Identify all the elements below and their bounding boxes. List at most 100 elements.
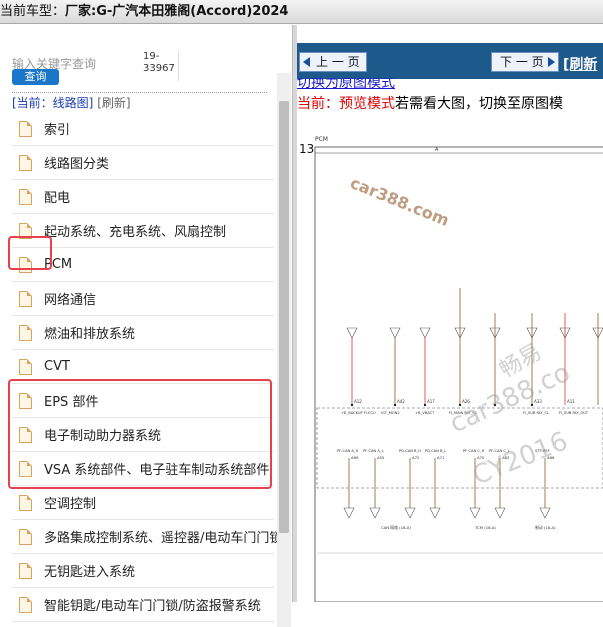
- signal-label: IGT_MON2: [381, 411, 400, 415]
- list-item-smart-key[interactable]: 智能钥匙/电动车门门锁/防盗报警系统: [12, 588, 274, 622]
- diagram-title: PCM: [315, 136, 328, 143]
- signal-label: +B_VBACT: [415, 411, 435, 415]
- list-item-power-distribution[interactable]: 配电: [12, 180, 274, 214]
- next-page-button[interactable]: 下 一 页: [491, 52, 559, 72]
- signal-label: FI_SUB RLY_CL: [523, 411, 549, 415]
- mode-prefix: 当前：: [297, 96, 339, 112]
- current-car-prefix: 当前车型：: [0, 4, 66, 19]
- note-label: CAN 网络 (18-A): [381, 525, 411, 530]
- current-label: [当前：线路图]: [12, 96, 94, 110]
- lower-notes: CAN 网络 (18-A) TCM (18-A) 制动 (18-A): [381, 525, 556, 530]
- connector-triangle: [429, 507, 441, 519]
- connector-triangle: [369, 507, 381, 519]
- upper-connectors: [346, 327, 603, 339]
- watermark-text: car388.com: [348, 173, 452, 230]
- connector-triangle: [494, 507, 506, 519]
- pin-label: A72: [412, 455, 420, 460]
- mode-status: 当前：预览模式若需看大图，切换至原图模: [297, 93, 563, 113]
- current-car-name: 厂家:G-广汽本田雅阁(Accord)2024: [65, 4, 289, 19]
- connector-triangle: [343, 507, 355, 519]
- document-icon: [19, 120, 32, 137]
- pin-label: A12: [354, 399, 362, 404]
- note-label: 制动 (18-A): [535, 525, 556, 530]
- prev-page-button[interactable]: 上 一 页: [299, 52, 367, 72]
- signal-label: PF-CAN A_L: [363, 449, 384, 453]
- signal-label: +B_BACKUP FI-ECU: [341, 411, 376, 415]
- highlight-box-brake-group: [8, 379, 272, 489]
- mode-tail: 若需看大图，切换至原图模: [395, 96, 563, 112]
- document-icon: [19, 290, 32, 307]
- signal-label: PF-CAN C_H: [463, 449, 485, 453]
- pin-label: A69: [351, 455, 359, 460]
- list-item-label: CVT: [44, 359, 70, 374]
- pin-label: A71: [437, 455, 445, 460]
- connector-triangle: [389, 327, 401, 339]
- sidebar: 19-33967 查询 [当前：线路图] [刷新] 索引 线路图分类 配电 起动…: [0, 25, 293, 627]
- window-titlebar: 当前车型：厂家:G-广汽本田雅阁(Accord)2024: [0, 0, 603, 24]
- document-icon: [19, 154, 32, 171]
- list-item-network[interactable]: 网络通信: [12, 282, 274, 316]
- list-item-label: 索引: [44, 123, 71, 138]
- signal-label: PF-CAN A_H: [337, 449, 359, 453]
- list-item-ac-control[interactable]: 空调控制: [12, 486, 274, 520]
- list-item-label: 线路图分类: [44, 157, 110, 172]
- document-icon: [19, 562, 32, 579]
- signal-label: PD-CAN B_L: [425, 449, 446, 453]
- diagram-viewer: 上 一 页 下 一 页 [刷新 切换为原图模式 当前：预览模式若需看大图，切换至…: [297, 43, 603, 602]
- divider-dotted: [12, 92, 267, 93]
- viewer-toolbar: 上 一 页 下 一 页 [刷新: [297, 43, 603, 79]
- list-item-label: 起动系统、充电系统、风扇控制: [44, 225, 227, 240]
- scrollbar-thumb[interactable]: [279, 101, 289, 533]
- connector-triangle: [404, 507, 416, 519]
- list-item-fuel-emission[interactable]: 燃油和排放系统: [12, 316, 274, 350]
- highlight-box-pcm: [8, 236, 52, 270]
- list-item-label: 空调控制: [44, 497, 97, 512]
- document-icon: [19, 188, 32, 205]
- signal-label: PD-CAN B_H: [399, 449, 421, 453]
- diagram-page-number: 13: [299, 142, 314, 156]
- viewer-refresh-link[interactable]: [刷新: [563, 54, 597, 74]
- document-icon: [19, 528, 32, 545]
- connector-triangle: [539, 507, 551, 519]
- wiring-diagram: PCM 13 A A12 A42 A17 A26 A33 A11 +B_BACK…: [299, 136, 603, 602]
- document-icon: [19, 324, 32, 341]
- diagram-column-a: A: [435, 147, 439, 153]
- pin-label: A55: [377, 455, 385, 460]
- code-display: 19-33967: [143, 51, 179, 81]
- mode-name: 预览模式: [339, 96, 395, 112]
- next-page-label: 下 一 页: [500, 55, 544, 69]
- list-item-multiplex[interactable]: 多路集成控制系统、遥控器/电动车门门锁: [12, 520, 282, 554]
- watermark-text: CY2016: [468, 426, 572, 491]
- document-icon: [19, 358, 32, 375]
- list-item-keyless[interactable]: 无钥匙进入系统: [12, 554, 274, 588]
- category-list: 索引 线路图分类 配电 起动系统、充电系统、风扇控制 PCM 网络通信 燃油和排…: [12, 112, 282, 622]
- list-item-label: 燃油和排放系统: [44, 327, 136, 342]
- junction-dot: [350, 403, 354, 407]
- junction-dot: [393, 403, 397, 407]
- connector-triangle: [419, 327, 431, 339]
- connector-triangle: [346, 327, 358, 339]
- current-location: [当前：线路图] [刷新]: [12, 94, 131, 111]
- note-label: TCM (18-A): [474, 525, 496, 530]
- pin-label: A11: [567, 399, 575, 404]
- arrow-left-icon: [303, 57, 310, 67]
- lower-connectors: [343, 507, 551, 519]
- pin-label: A17: [427, 399, 435, 404]
- list-item-diagram-categories[interactable]: 线路图分类: [12, 146, 274, 180]
- sidebar-refresh-link[interactable]: [刷新]: [97, 96, 130, 110]
- pin-label: A42: [397, 399, 405, 404]
- sidebar-scrollbar[interactable]: [277, 73, 291, 627]
- junction-dot: [423, 403, 427, 407]
- list-item-index[interactable]: 索引: [12, 112, 274, 146]
- arrow-right-icon: [548, 57, 555, 67]
- signal-label: FI_SUB RLY_OUT: [559, 411, 589, 415]
- prev-page-label: 上 一 页: [316, 55, 360, 69]
- query-button[interactable]: 查询: [12, 69, 59, 85]
- list-item-label: 配电: [44, 191, 71, 206]
- document-icon: [19, 494, 32, 511]
- list-item-label: 网络通信: [44, 293, 97, 308]
- connector-triangle: [469, 507, 481, 519]
- list-item-label: 智能钥匙/电动车门门锁/防盗报警系统: [44, 599, 261, 614]
- switch-original-mode-link[interactable]: 切换为原图模式: [297, 78, 395, 90]
- list-item-label: 多路集成控制系统、遥控器/电动车门门锁: [44, 531, 283, 546]
